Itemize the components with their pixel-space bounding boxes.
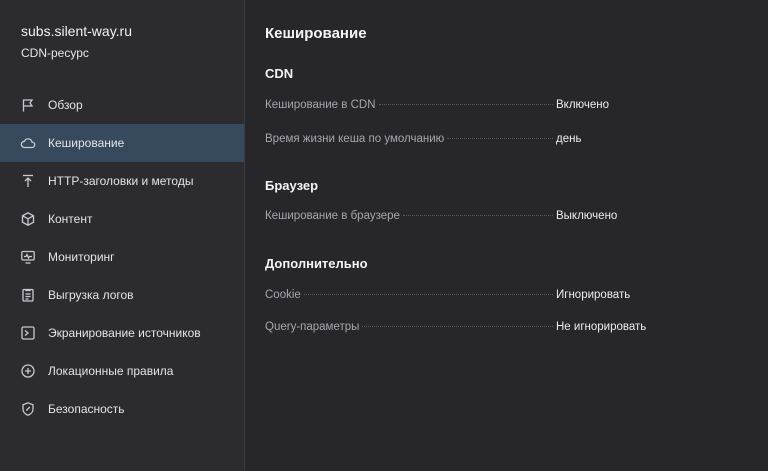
- sidebar: subs.silent-way.ru CDN-ресурс Обзор Кеши…: [0, 0, 245, 471]
- clipboard-list-icon: [20, 287, 36, 303]
- sidebar-item-security[interactable]: Безопасность: [0, 390, 244, 428]
- setting-value: Игнорировать: [556, 289, 631, 301]
- dotted-leader: [402, 215, 553, 216]
- setting-label: Query-параметры: [265, 321, 360, 333]
- main-content: Кеширование CDN Кеширование в CDN Включе…: [245, 0, 768, 471]
- setting-value: Включено: [556, 99, 610, 111]
- sidebar-item-http-headers[interactable]: HTTP-заголовки и методы: [0, 162, 244, 200]
- setting-row-cdn-caching: Кеширование в CDN Включено: [265, 97, 768, 113]
- sidebar-item-overview[interactable]: Обзор: [0, 86, 244, 124]
- sidebar-item-label: Экранирование источников: [48, 326, 201, 340]
- dotted-leader: [378, 104, 553, 105]
- resource-name: subs.silent-way.ru: [21, 23, 133, 39]
- sidebar-item-content[interactable]: Контент: [0, 200, 244, 238]
- sidebar-item-label: Безопасность: [48, 402, 125, 416]
- sidebar-item-label: Выгрузка логов: [48, 288, 134, 302]
- section-title-cdn: CDN: [265, 66, 294, 81]
- sidebar-item-origin-shielding[interactable]: Экранирование источников: [0, 314, 244, 352]
- setting-value: Выключено: [556, 210, 618, 222]
- sidebar-item-label: Контент: [48, 212, 93, 226]
- dotted-leader: [303, 294, 553, 295]
- setting-row-cache-ttl: Время жизни кеша по умолчанию день: [265, 131, 768, 147]
- setting-row-cookie: Cookie Игнорировать: [265, 287, 768, 303]
- setting-row-browser-caching: Кеширование в браузере Выключено: [265, 208, 768, 224]
- setting-row-query-params: Query-параметры Не игнорировать: [265, 319, 768, 335]
- location-plus-icon: [20, 363, 36, 379]
- sidebar-item-location-rules[interactable]: Локационные правила: [0, 352, 244, 390]
- cube-icon: [20, 211, 36, 227]
- flag-icon: [20, 97, 36, 113]
- section-title-additional: Дополнительно: [265, 256, 368, 271]
- setting-label: Время жизни кеша по умолчанию: [265, 133, 445, 145]
- resource-type: CDN-ресурс: [21, 46, 89, 60]
- sidebar-item-caching[interactable]: Кеширование: [0, 124, 244, 162]
- setting-label: Кеширование в браузере: [265, 210, 400, 222]
- monitor-icon: [20, 249, 36, 265]
- section-title-browser: Браузер: [265, 178, 319, 193]
- sidebar-item-label: Обзор: [48, 98, 83, 112]
- cloud-icon: [20, 135, 36, 151]
- dotted-leader: [362, 326, 553, 327]
- setting-value: день: [556, 133, 582, 145]
- setting-label: Cookie: [265, 289, 301, 301]
- sidebar-item-label: HTTP-заголовки и методы: [48, 174, 194, 188]
- shield-screen-icon: [20, 325, 36, 341]
- setting-label: Кеширование в CDN: [265, 99, 376, 111]
- setting-value: Не игнорировать: [556, 321, 647, 333]
- sidebar-item-log-export[interactable]: Выгрузка логов: [0, 276, 244, 314]
- upload-arrow-icon: [20, 173, 36, 189]
- security-shield-icon: [20, 401, 36, 417]
- sidebar-nav: Обзор Кеширование HTTP-заголовки и метод…: [0, 86, 244, 428]
- dotted-leader: [447, 138, 553, 139]
- sidebar-item-label: Локационные правила: [48, 364, 174, 378]
- sidebar-item-monitoring[interactable]: Мониторинг: [0, 238, 244, 276]
- app-window: subs.silent-way.ru CDN-ресурс Обзор Кеши…: [0, 0, 768, 471]
- sidebar-item-label: Кеширование: [48, 136, 125, 150]
- page-title: Кеширование: [265, 25, 367, 42]
- sidebar-item-label: Мониторинг: [48, 250, 115, 264]
